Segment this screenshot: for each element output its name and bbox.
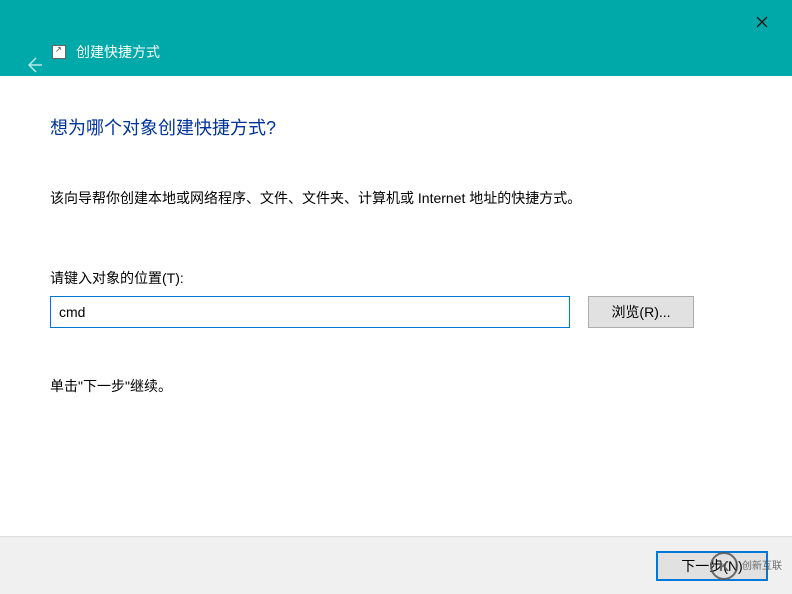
continue-text: 单击"下一步"继续。: [50, 376, 742, 396]
watermark-brand: 创新互联: [742, 561, 782, 572]
page-heading: 想为哪个对象创建快捷方式?: [50, 114, 742, 140]
shortcut-icon: [52, 45, 66, 59]
browse-button[interactable]: 浏览(R)...: [588, 296, 694, 328]
window-title: 创建快捷方式: [76, 42, 160, 62]
titlebar: 创建快捷方式: [0, 0, 792, 76]
close-icon: [756, 16, 768, 28]
footer: 下一步(N): [0, 536, 792, 594]
back-button[interactable]: [22, 54, 44, 76]
close-button[interactable]: [750, 10, 774, 34]
location-label: 请键入对象的位置(T):: [50, 268, 742, 288]
location-input[interactable]: [50, 296, 570, 328]
watermark: K 创新互联: [710, 550, 792, 582]
back-arrow-icon: [22, 54, 44, 76]
input-row: 浏览(R)...: [50, 296, 742, 328]
content-area: 想为哪个对象创建快捷方式? 该向导帮你创建本地或网络程序、文件、文件夹、计算机或…: [0, 76, 792, 396]
watermark-logo-icon: K: [710, 552, 738, 580]
title-group: 创建快捷方式: [52, 42, 160, 62]
description-text: 该向导帮你创建本地或网络程序、文件、文件夹、计算机或 Internet 地址的快…: [50, 188, 742, 208]
